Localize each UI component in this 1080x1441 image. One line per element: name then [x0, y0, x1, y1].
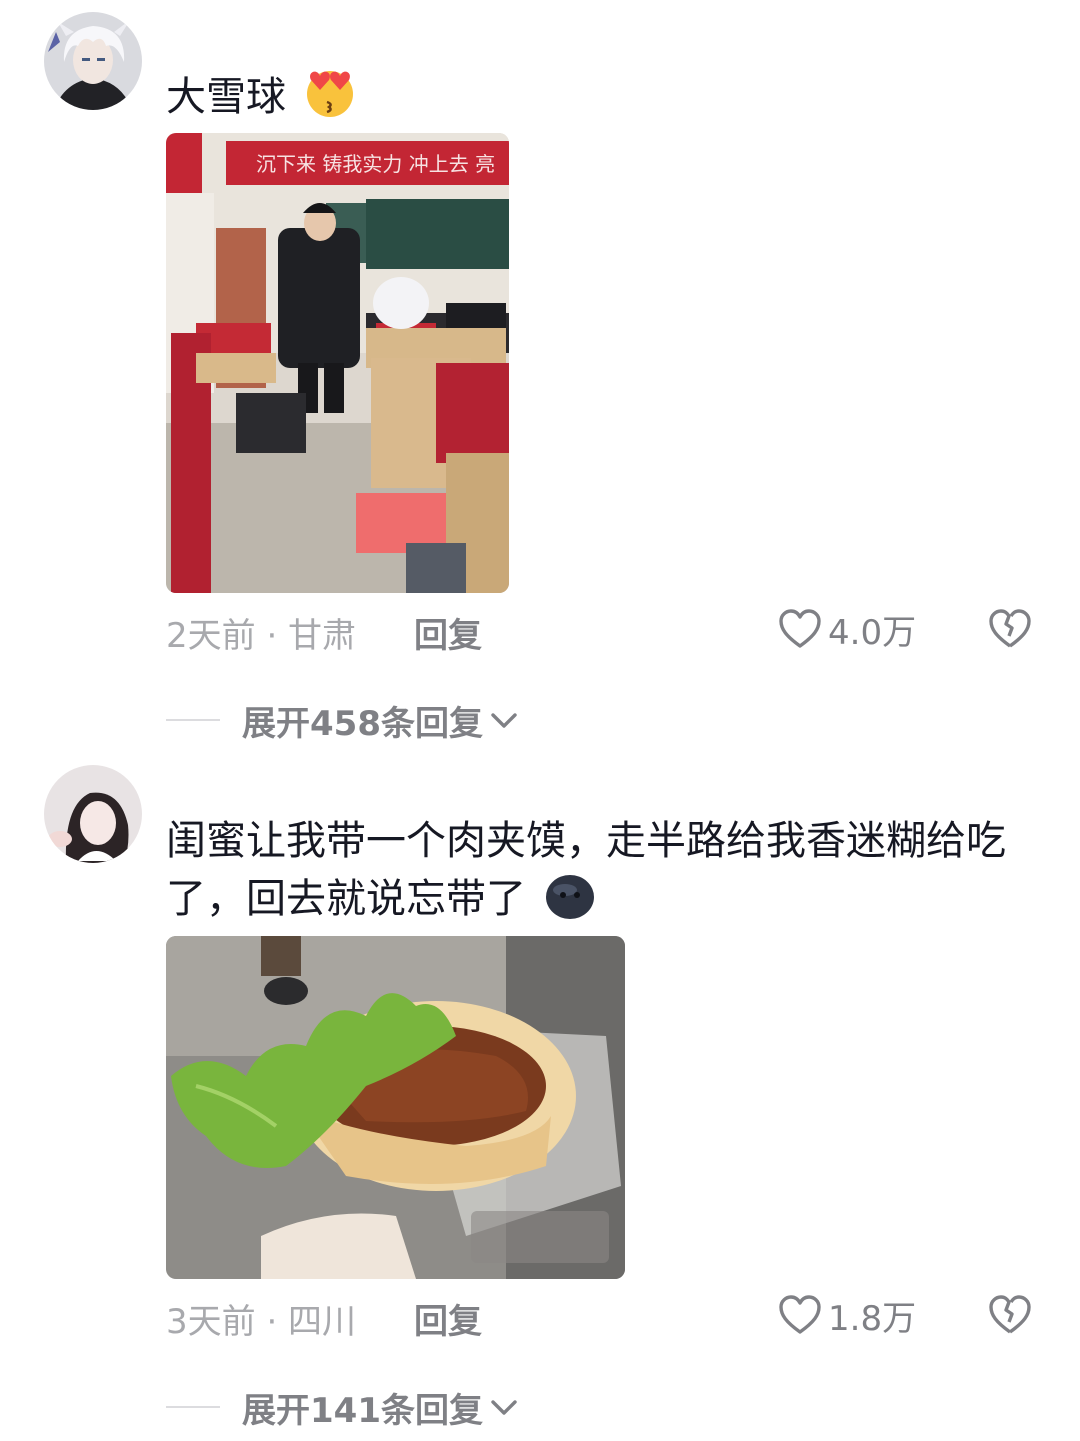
expand-replies-button[interactable]: 展开458条回复	[166, 695, 519, 745]
comment-item: 闺蜜让我带一个肉夹馍，走半路给我香迷糊给吃了，回去就说忘带了 3天前 · 四川 …	[0, 760, 1080, 1441]
like-button[interactable]: 1.8万	[778, 1290, 916, 1340]
broken-heart-icon[interactable]	[988, 606, 1032, 650]
reply-button[interactable]: 回复	[414, 608, 482, 657]
reply-button[interactable]: 回复	[414, 1294, 482, 1343]
time-location: 3天前 · 四川	[166, 1302, 357, 1342]
banner-text: 沉下来 铸我实力 冲上去 亮	[256, 152, 495, 176]
chevron-down-icon	[491, 713, 517, 728]
avatar[interactable]	[44, 12, 142, 110]
comment-item: 大雪球 沉下来 铸我实力 冲上去 亮 2天前 · 甘肃 回复 4.0万 展开45…	[0, 0, 1080, 760]
broken-heart-icon[interactable]	[988, 1292, 1032, 1336]
comment-photo-roujiamo[interactable]	[166, 936, 625, 1279]
comment-text: 闺蜜让我带一个肉夹馍，走半路给我香迷糊给吃了，回去就说忘带了	[166, 814, 1026, 926]
expand-replies-button[interactable]: 展开141条回复	[166, 1382, 519, 1432]
like-count: 4.0万	[828, 612, 917, 653]
heart-outline-icon	[779, 609, 821, 648]
comment-meta: 2天前 · 甘肃 回复 4.0万	[166, 604, 1046, 657]
comment-text: 大雪球	[166, 66, 1026, 124]
avatar[interactable]	[44, 765, 142, 863]
divider-line	[166, 719, 220, 721]
heart-outline-icon	[779, 1295, 821, 1334]
comment-photo-classroom[interactable]: 沉下来 铸我实力 冲上去 亮	[166, 133, 509, 593]
chevron-down-icon	[491, 1400, 517, 1415]
like-button[interactable]: 4.0万	[778, 604, 916, 654]
time-location: 2天前 · 甘肃	[166, 616, 357, 656]
comment-meta: 3天前 · 四川 回复 1.8万	[166, 1290, 1046, 1343]
kissing-heart-emoji-icon	[306, 71, 353, 117]
divider-line	[166, 1406, 220, 1408]
comment-body: 大雪球	[166, 74, 286, 120]
expand-label: 展开458条回复	[242, 703, 483, 744]
expand-label: 展开141条回复	[242, 1390, 483, 1431]
dark-blob-emoji-icon	[545, 875, 594, 919]
like-count: 1.8万	[828, 1298, 917, 1339]
